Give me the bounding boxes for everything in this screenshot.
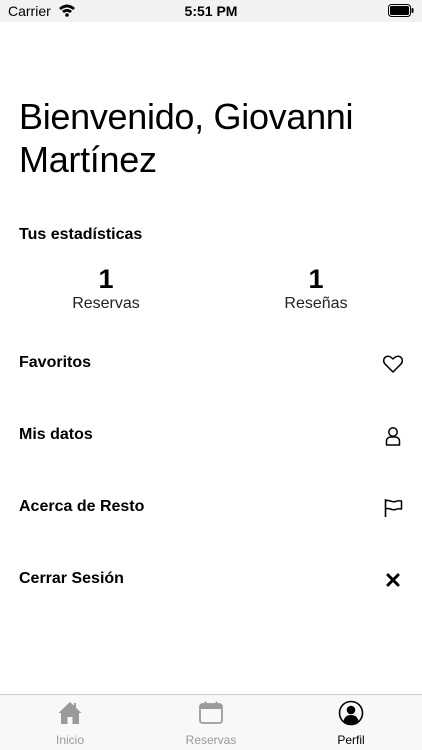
- stat-reservas: 1 Reservas: [16, 264, 196, 314]
- menu-item-acerca-de[interactable]: Acerca de Resto: [0, 483, 422, 533]
- status-bar: Carrier 5:51 PM: [0, 0, 422, 22]
- menu-item-label: Cerrar Sesión: [19, 570, 124, 587]
- stat-value: 1: [98, 264, 114, 294]
- calendar-icon: [198, 700, 224, 726]
- tab-inicio[interactable]: Inicio: [0, 695, 140, 750]
- close-icon: [382, 569, 404, 591]
- stat-value: 1: [308, 264, 324, 294]
- tab-bar: Inicio Reservas Perfil: [0, 694, 422, 750]
- tab-reservas[interactable]: Reservas: [141, 695, 281, 750]
- tab-label: Inicio: [55, 733, 84, 747]
- tab-label: Reservas: [185, 733, 237, 747]
- tab-perfil[interactable]: Perfil: [281, 695, 421, 750]
- person-icon: [382, 425, 404, 447]
- stat-label: Reservas: [72, 295, 140, 312]
- heart-icon: [382, 353, 404, 375]
- stat-label: Reseñas: [284, 295, 348, 312]
- page-title: Bienvenido, Giovanni Martínez: [19, 96, 354, 180]
- menu-item-mis-datos[interactable]: Mis datos: [0, 411, 422, 461]
- menu-item-label: Favoritos: [19, 354, 92, 371]
- tab-label: Perfil: [337, 733, 365, 747]
- profile-icon: [338, 700, 364, 726]
- stats-title: Tus estadísticas: [19, 226, 143, 243]
- menu-item-label: Acerca de Resto: [19, 498, 145, 515]
- battery-icon: [388, 4, 414, 22]
- clock: 5:51 PM: [184, 3, 238, 19]
- menu-item-label: Mis datos: [19, 426, 93, 443]
- flag-icon: [382, 497, 404, 519]
- profile-screen: Carrier 5:51 PM Bienvenido, Giovanni Mar…: [0, 0, 422, 750]
- menu-item-cerrar-sesion[interactable]: Cerrar Sesión: [0, 555, 422, 605]
- stat-resenas: 1 Reseñas: [226, 264, 406, 314]
- home-icon: [57, 700, 83, 726]
- menu-item-favoritos[interactable]: Favoritos: [0, 339, 422, 389]
